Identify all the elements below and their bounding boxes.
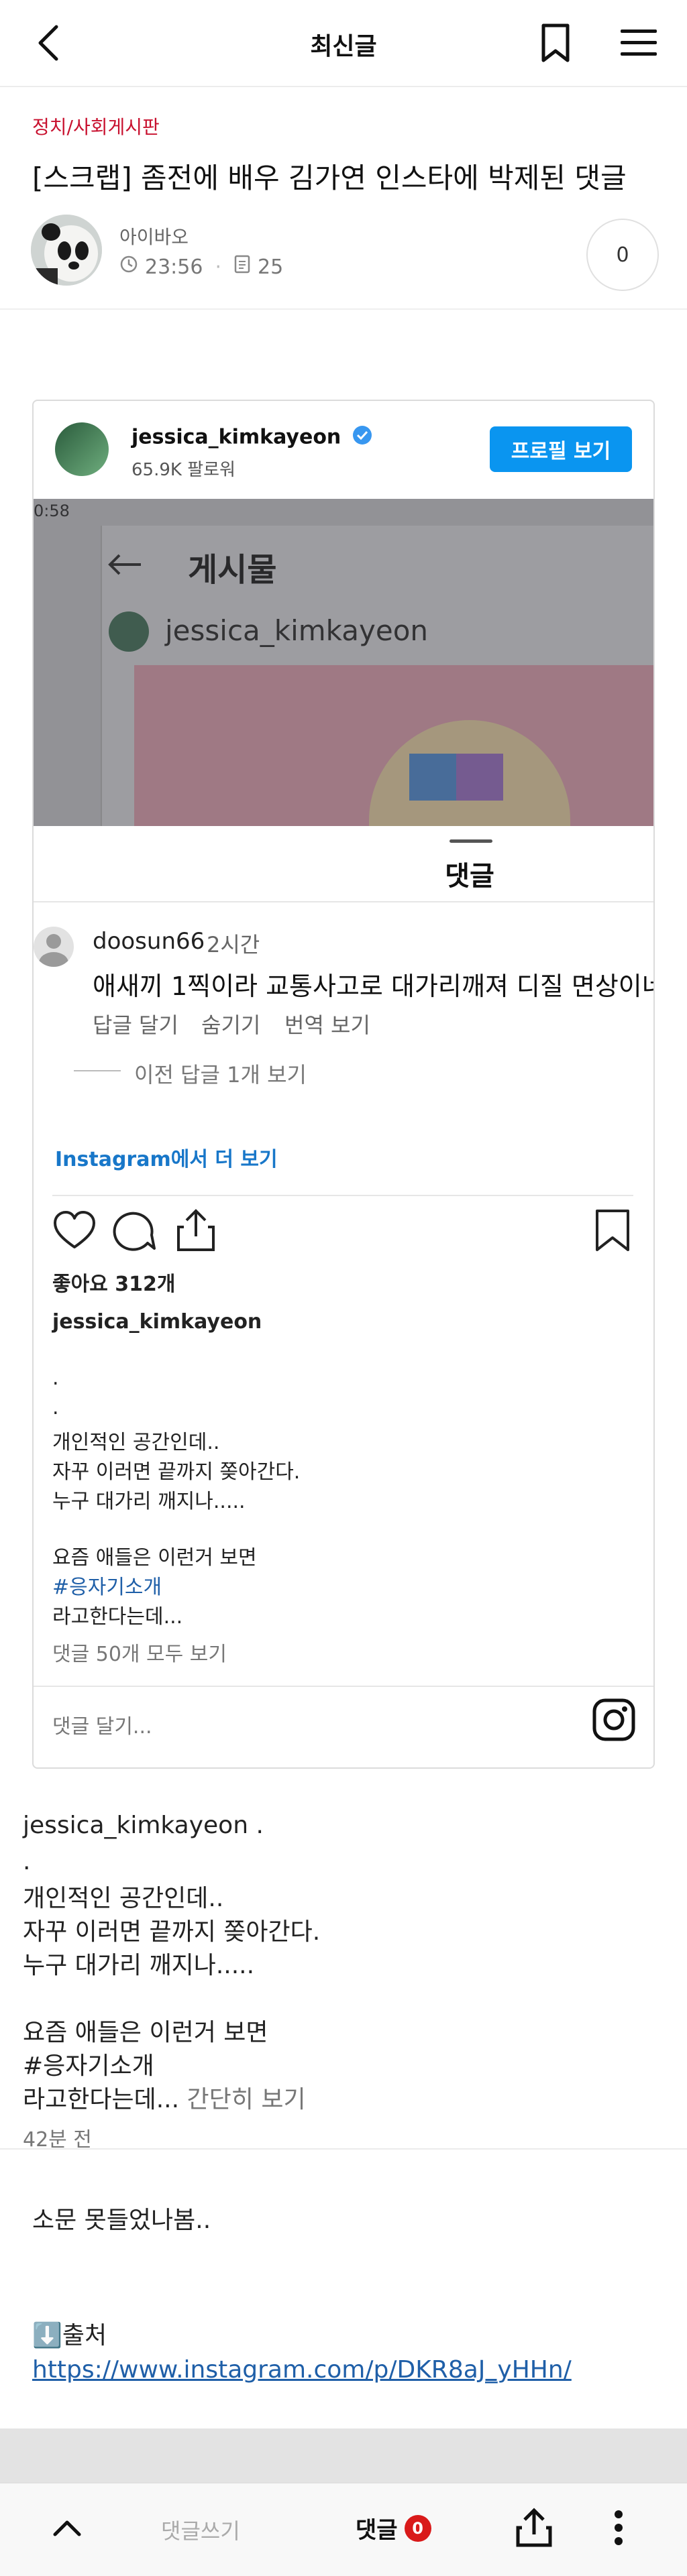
- likes-count: 좋아요 312개: [52, 1273, 176, 1296]
- screenshot-comments: 댓글 doosun66 2시간 애새끼 1찍이라 교통사고로 대가리깨져 디질 …: [34, 826, 653, 1134]
- more-options-icon[interactable]: [593, 2502, 644, 2553]
- caption-line: 개인적인 공간인데..: [23, 1885, 224, 1912]
- commenter-name: doosun66: [93, 928, 205, 955]
- divider: [52, 1195, 633, 1196]
- ig-username[interactable]: jessica_kimkayeon: [131, 425, 372, 451]
- comment-count-button[interactable]: 0: [586, 219, 659, 291]
- comments-header: 댓글: [445, 861, 494, 892]
- write-comment-button[interactable]: 댓글쓰기: [161, 2514, 240, 2545]
- save-icon[interactable]: [594, 1208, 631, 1255]
- divider: [0, 308, 687, 310]
- like-icon[interactable]: [52, 1210, 97, 1254]
- caption-line: 누구 대가리 깨지나.....: [23, 1952, 255, 1979]
- comments-button[interactable]: 댓글 0: [356, 2512, 431, 2544]
- instagram-embed: jessica_kimkayeon 65.9K 팔로워 프로필 보기 0:58 …: [32, 400, 655, 1769]
- caption-line: 요즘 애들은 이런거 보면: [23, 2019, 268, 2046]
- ig-avatar[interactable]: [55, 422, 109, 476]
- post-views: 25: [258, 255, 284, 279]
- author-avatar[interactable]: [31, 215, 102, 286]
- post-title: [스크랩] 좀전에 배우 김가연 인스타에 박제된 댓글: [32, 162, 627, 194]
- divider: [34, 1686, 653, 1687]
- bottom-spacer: [0, 2428, 687, 2482]
- caption-line: 자꾸 이러면 끝까지 쫒아간다.: [23, 1918, 321, 1946]
- verified-icon: [352, 425, 372, 451]
- menu-icon[interactable]: [615, 19, 663, 67]
- comments-label: 댓글: [356, 2517, 398, 2544]
- caption-line: 라고한다는데...: [52, 1605, 183, 1629]
- board-name[interactable]: 정치/사회게시판: [32, 113, 160, 139]
- post-screenshot[interactable]: 0:58 게시물 jessica_kimkayeon: [34, 499, 653, 827]
- share-icon[interactable]: [174, 1207, 217, 1255]
- caption-last-line: 라고한다는데... 간단히 보기: [23, 2080, 306, 2115]
- comment-icon[interactable]: [113, 1210, 156, 1254]
- scroll-top-icon[interactable]: [42, 2508, 93, 2548]
- caption-line: 요즘 애들은 이런거 보면: [52, 1546, 257, 1570]
- article-text: 소문 못들었나봄..: [32, 2207, 211, 2234]
- clock-icon: [119, 255, 138, 279]
- view-profile-button[interactable]: 프로필 보기: [490, 426, 632, 472]
- caption-hashtag[interactable]: #응자기소개: [52, 1570, 162, 1600]
- caption-line: 누구 대가리 깨지나.....: [52, 1490, 246, 1513]
- caption-hashtag[interactable]: #응자기소개: [23, 2046, 154, 2081]
- commenter-avatar: [34, 927, 74, 967]
- top-bar: 최신글: [0, 0, 687, 87]
- caption-line: 라고한다는데...: [23, 2086, 180, 2113]
- view-on-instagram-link[interactable]: Instagram에서 더 보기: [55, 1143, 278, 1172]
- reply-action: 답글 달기: [93, 1012, 178, 1038]
- source-link[interactable]: https://www.instagram.com/p/DKR8aJ_yHHn/: [32, 2356, 572, 2384]
- bookmark-icon[interactable]: [531, 19, 580, 67]
- caption-line: 자꾸 이러면 끝까지 쫒아간다.: [52, 1460, 301, 1484]
- source-label: ⬇️출처: [32, 2322, 107, 2349]
- caption-line: 개인적인 공간인데..: [52, 1431, 220, 1454]
- caption-line: .: [52, 1396, 59, 1419]
- author-name[interactable]: 아이바오: [119, 223, 189, 249]
- collapse-link[interactable]: 간단히 보기: [187, 2086, 306, 2113]
- caption-user: jessica_kimkayeon .: [23, 1812, 264, 1839]
- meta-dot: ·: [215, 255, 222, 279]
- instagram-logo-icon[interactable]: [592, 1698, 636, 1745]
- add-comment-link[interactable]: 댓글 달기...: [52, 1710, 152, 1739]
- bottom-bar: 댓글쓰기 댓글 0: [0, 2482, 687, 2576]
- post-time: 23:56: [145, 255, 203, 279]
- page-title: 최신글: [310, 33, 377, 60]
- comment-badge: 0: [404, 2514, 431, 2542]
- ig-followers: 65.9K 팔로워: [131, 460, 235, 480]
- post-meta: 23:56 · 25: [119, 255, 283, 279]
- caption-username[interactable]: jessica_kimkayeon: [52, 1310, 262, 1334]
- caption-line: .: [23, 1848, 31, 1875]
- comment-age: 2시간: [207, 932, 260, 957]
- caption-line: .: [52, 1366, 59, 1390]
- view-all-comments-link[interactable]: 댓글 50개 모두 보기: [52, 1637, 227, 1667]
- divider: [0, 2148, 687, 2150]
- previous-replies: 이전 답글 1개 보기: [134, 1062, 307, 1088]
- share-icon[interactable]: [509, 2502, 560, 2553]
- comment-text: 애새끼 1찍이라 교통사고로 대가리깨져 디질 면상이네: [93, 972, 655, 1001]
- views-icon: [233, 255, 251, 279]
- hide-action: 숨기기: [201, 1012, 261, 1038]
- translate-action: 번역 보기: [284, 1012, 370, 1038]
